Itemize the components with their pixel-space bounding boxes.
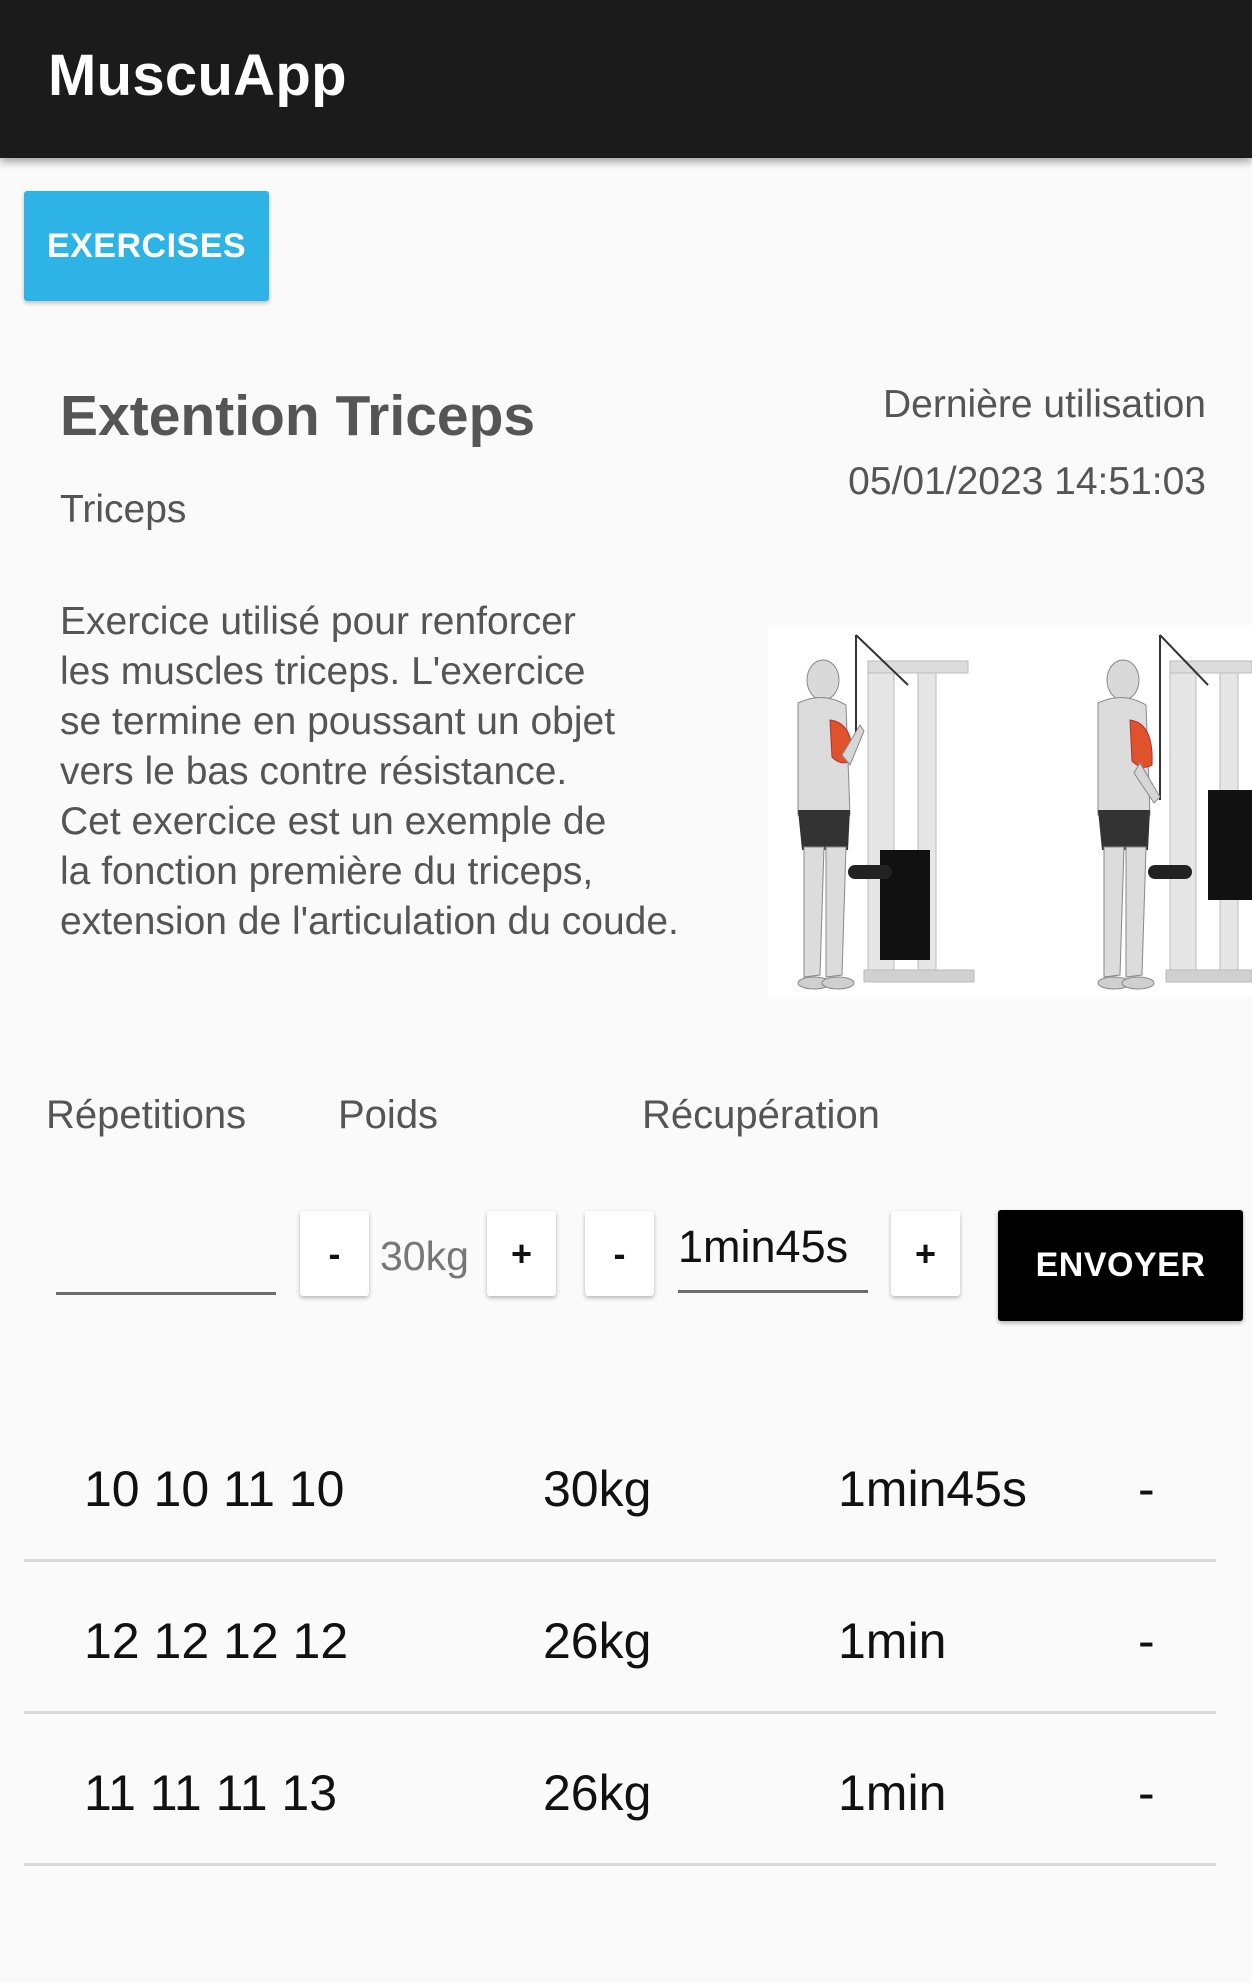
history-rest: 1min bbox=[838, 1613, 947, 1669]
history-weight: 30kg bbox=[543, 1461, 652, 1517]
weight-increase-button[interactable]: + bbox=[487, 1211, 556, 1296]
last-use-label: Dernière utilisation bbox=[883, 383, 1206, 426]
app-bar: MuscuApp bbox=[0, 0, 1252, 158]
exercise-illustration bbox=[768, 625, 1252, 997]
description-line: Cet exercice est un exemple de bbox=[60, 800, 607, 843]
history-row: 11 11 11 13 26kg 1min - bbox=[24, 1714, 1216, 1866]
delete-entry-button[interactable]: - bbox=[1138, 1764, 1155, 1822]
delete-entry-button[interactable]: - bbox=[1138, 1460, 1155, 1518]
cable-machine-2 bbox=[1148, 634, 1252, 983]
rest-decrease-button[interactable]: - bbox=[585, 1211, 654, 1296]
exercises-button[interactable]: EXERCISES bbox=[24, 191, 269, 301]
delete-entry-button[interactable]: - bbox=[1138, 1612, 1155, 1670]
app-title: MuscuApp bbox=[48, 43, 347, 108]
history-reps: 10 10 11 10 bbox=[84, 1461, 345, 1517]
exercise-title: Extention Triceps bbox=[60, 384, 536, 448]
weight-label: Poids bbox=[338, 1093, 439, 1137]
exercise-description: Exercice utilisé pour renforcer les musc… bbox=[60, 597, 760, 947]
description-line: Exercice utilisé pour renforcer bbox=[60, 600, 576, 643]
rest-label: Récupération bbox=[642, 1093, 880, 1137]
triceps-pushdown-illustration bbox=[797, 634, 1252, 990]
history-reps: 11 11 11 13 bbox=[84, 1765, 338, 1821]
history-reps: 12 12 12 12 bbox=[84, 1613, 349, 1669]
history-row: 12 12 12 12 26kg 1min - bbox=[24, 1562, 1216, 1714]
description-line: les muscles triceps. L'exercice bbox=[60, 650, 586, 693]
send-button[interactable]: ENVOYER bbox=[998, 1210, 1243, 1321]
history-rest: 1min45s bbox=[838, 1461, 1027, 1517]
exercise-muscle: Triceps bbox=[60, 488, 187, 531]
history-weight: 26kg bbox=[543, 1765, 652, 1821]
description-line: la fonction première du triceps, bbox=[60, 850, 594, 893]
cable-machine-1 bbox=[848, 634, 975, 983]
weight-decrease-button[interactable]: - bbox=[300, 1211, 369, 1296]
description-line: se termine en poussant un objet bbox=[60, 700, 616, 743]
description-line: vers le bas contre résistance. bbox=[60, 750, 568, 793]
reps-input[interactable] bbox=[56, 1208, 276, 1295]
rest-input[interactable] bbox=[678, 1204, 868, 1293]
history-list: 10 10 11 10 30kg 1min45s - 12 12 12 12 2… bbox=[24, 1410, 1216, 1866]
last-use-date: 05/01/2023 14:51:03 bbox=[848, 460, 1206, 503]
description-line: extension de l'articulation du coude. bbox=[60, 900, 679, 943]
weight-value: 30kg bbox=[380, 1233, 469, 1279]
athlete-figure-1 bbox=[797, 659, 865, 990]
history-weight: 26kg bbox=[543, 1613, 652, 1669]
reps-label: Répetitions bbox=[46, 1093, 247, 1137]
athlete-figure-2 bbox=[1097, 659, 1161, 990]
history-row: 10 10 11 10 30kg 1min45s - bbox=[24, 1410, 1216, 1562]
rest-increase-button[interactable]: + bbox=[891, 1211, 960, 1296]
history-rest: 1min bbox=[838, 1765, 947, 1821]
